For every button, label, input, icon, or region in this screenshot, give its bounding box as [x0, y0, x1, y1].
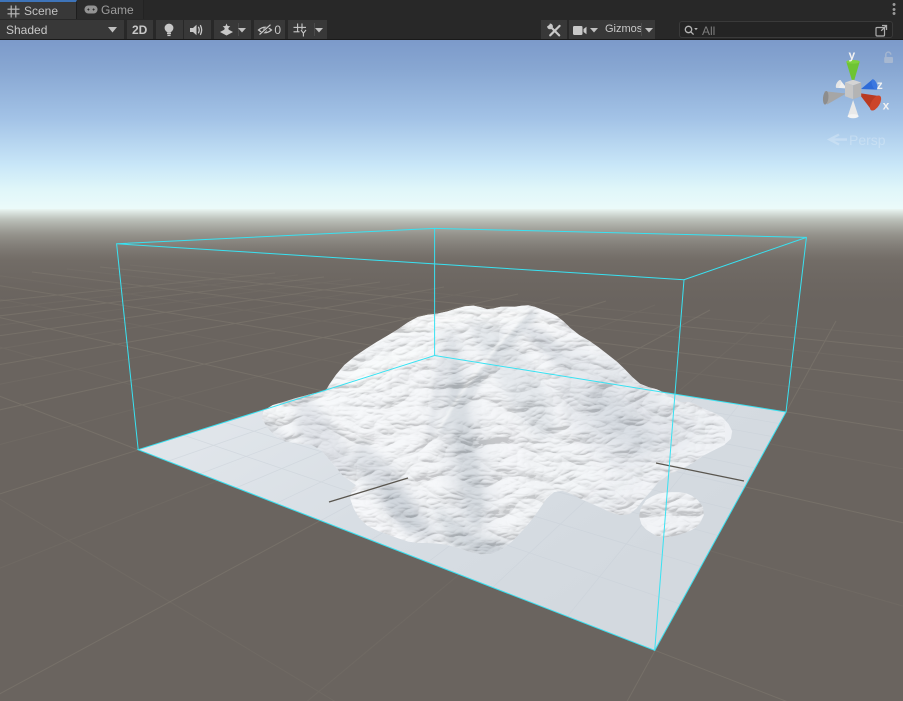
- svg-text:x: x: [883, 99, 890, 113]
- svg-text:y: y: [848, 48, 855, 62]
- svg-text:Persp: Persp: [849, 132, 886, 148]
- svg-text:z: z: [877, 78, 883, 92]
